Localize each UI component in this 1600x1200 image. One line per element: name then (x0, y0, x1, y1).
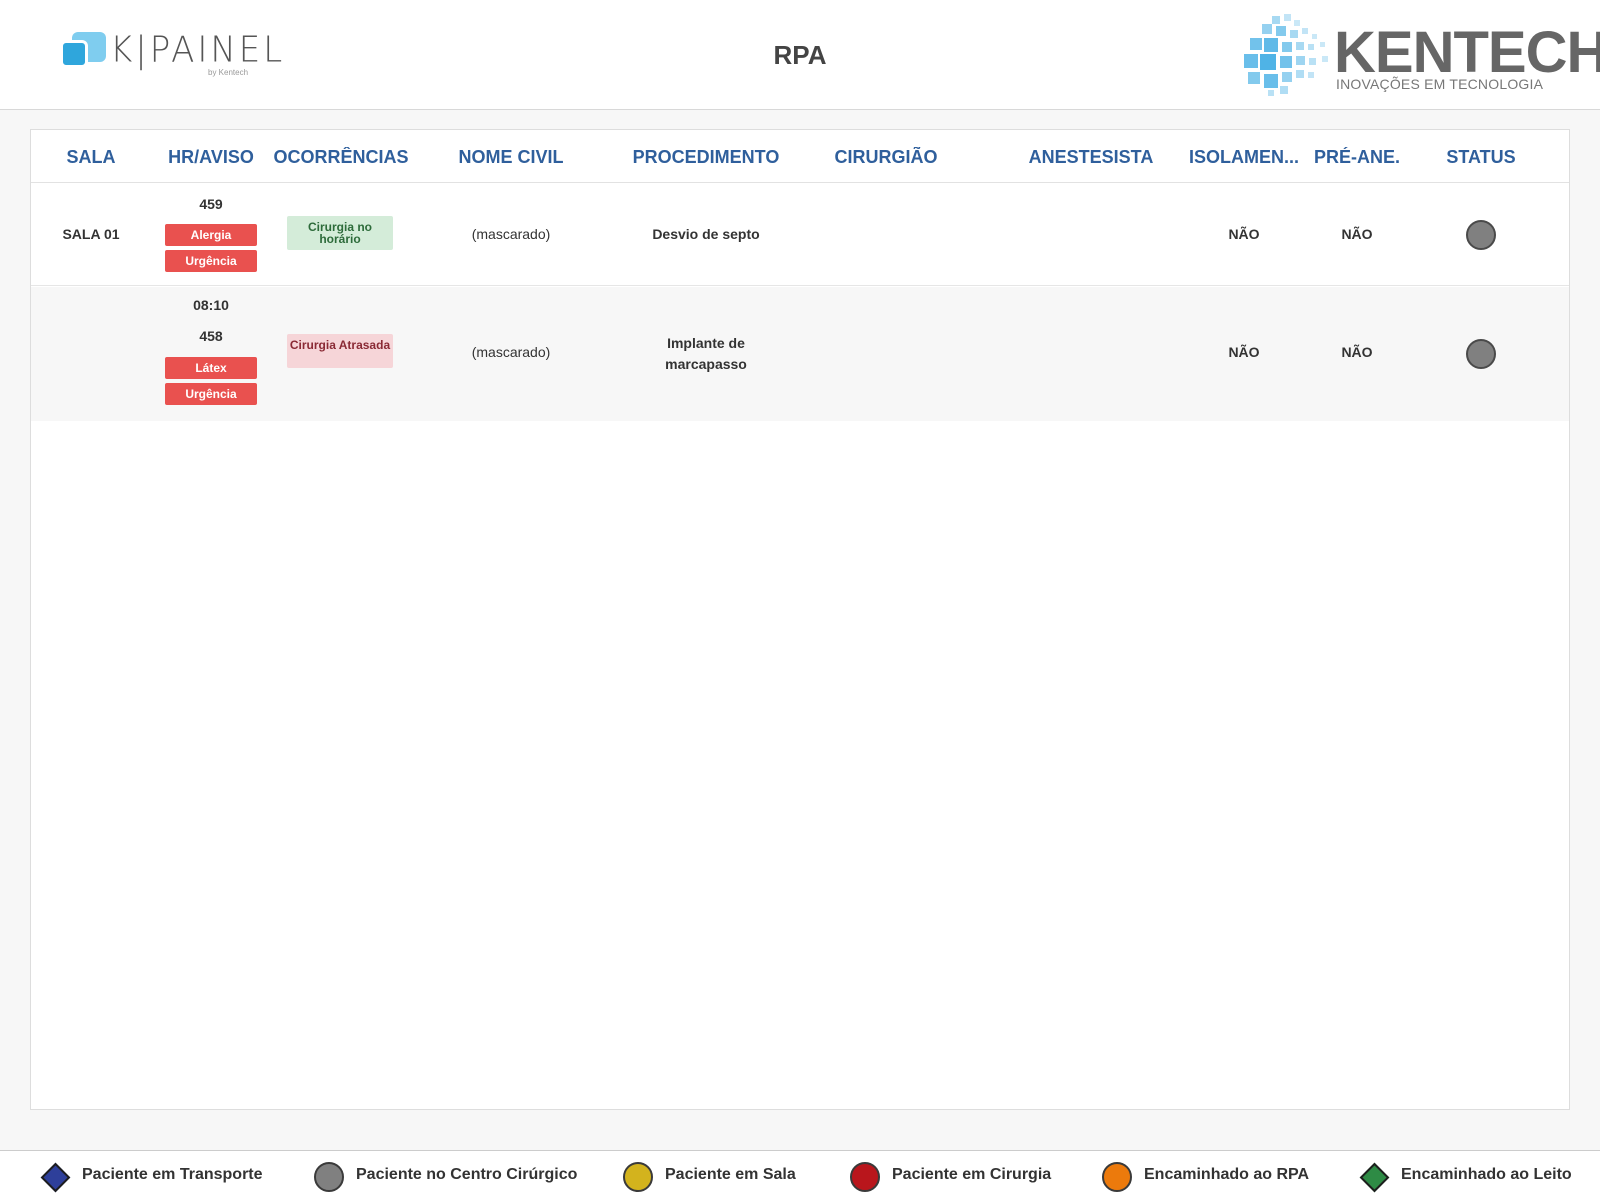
kentech-logo-text: KENTECH (1334, 20, 1600, 85)
column-header-procedimento[interactable]: PROCEDIMENTO (621, 147, 791, 168)
circle-icon (1102, 1162, 1132, 1192)
legend-label: Encaminhado ao Leito (1401, 1166, 1572, 1183)
status-indicator[interactable] (1466, 339, 1496, 369)
cell-aviso: 458 (199, 328, 223, 344)
cell-procedimento: Implante de marcapasso (665, 335, 747, 372)
table-row[interactable]: SALA 01 459 Alergia Urgência Cirurgia no… (31, 184, 1569, 286)
cell-isolamento: NÃO (1228, 344, 1260, 360)
legend-label: Encaminhado ao RPA (1144, 1166, 1310, 1183)
tag-urgencia: Urgência (165, 383, 257, 405)
cell-nome-civil: (mascarado) (471, 344, 551, 360)
column-header-isolamento[interactable]: ISOLAMEN... (1187, 147, 1301, 168)
cell-procedimento: Desvio de septo (652, 226, 760, 242)
legend-label: Paciente no Centro Cirúrgico (356, 1166, 578, 1183)
circle-icon (623, 1162, 653, 1192)
column-header-pre-ane[interactable]: PRÉ-ANE. (1307, 147, 1407, 168)
circle-icon (850, 1162, 880, 1192)
app-header: K|PAINEL by Kentech RPA KENTECH INOVAÇÕE… (0, 0, 1600, 110)
kentech-pixel-icon (1244, 14, 1328, 96)
circle-icon (314, 1162, 344, 1192)
column-header-hr-aviso[interactable]: HR/AVISO (161, 147, 261, 168)
table-header: SALA HR/AVISO OCORRÊNCIAS NOME CIVIL PRO… (31, 130, 1569, 183)
diamond-shape (1359, 1162, 1390, 1193)
occurrence-badge: Cirurgia Atrasada (287, 334, 393, 368)
cell-pre-ane: NÃO (1341, 344, 1373, 360)
cell-sala: SALA 01 (62, 226, 120, 242)
column-header-sala[interactable]: SALA (51, 147, 131, 168)
tag-urgencia: Urgência (165, 250, 257, 272)
diamond-icon (1359, 1162, 1390, 1193)
column-header-cirurgiao[interactable]: CIRURGIÃO (821, 147, 951, 168)
diamond-icon (40, 1162, 71, 1193)
cell-nome-civil: (mascarado) (471, 226, 551, 242)
cell-pre-ane: NÃO (1341, 226, 1373, 242)
surgery-table: SALA HR/AVISO OCORRÊNCIAS NOME CIVIL PRO… (30, 129, 1570, 1110)
tag-alergia: Alergia (165, 224, 257, 246)
cell-hora: 08:10 (193, 297, 229, 313)
occurrence-badge: Cirurgia no horário (287, 216, 393, 250)
cell-aviso: 459 (199, 196, 223, 212)
column-header-nome-civil[interactable]: NOME CIVIL (431, 147, 591, 168)
table-row[interactable]: 08:10 458 Látex Urgência Cirurgia Atrasa… (31, 287, 1569, 421)
status-legend: Paciente em Transporte Paciente no Centr… (0, 1150, 1600, 1200)
column-header-anestesista[interactable]: ANESTESISTA (1021, 147, 1161, 168)
column-header-ocorrencias[interactable]: OCORRÊNCIAS (271, 147, 411, 168)
column-header-status[interactable]: STATUS (1431, 147, 1531, 168)
cell-isolamento: NÃO (1228, 226, 1260, 242)
legend-label: Paciente em Sala (665, 1166, 796, 1183)
diamond-shape (40, 1162, 71, 1193)
status-indicator[interactable] (1466, 220, 1496, 250)
legend-label: Paciente em Transporte (82, 1166, 263, 1183)
legend-label: Paciente em Cirurgia (892, 1166, 1052, 1183)
kentech-logo-subtitle: INOVAÇÕES EM TECNOLOGIA (1336, 76, 1544, 92)
tag-latex: Látex (165, 357, 257, 379)
kentech-logo: KENTECH INOVAÇÕES EM TECNOLOGIA (1242, 14, 1600, 96)
